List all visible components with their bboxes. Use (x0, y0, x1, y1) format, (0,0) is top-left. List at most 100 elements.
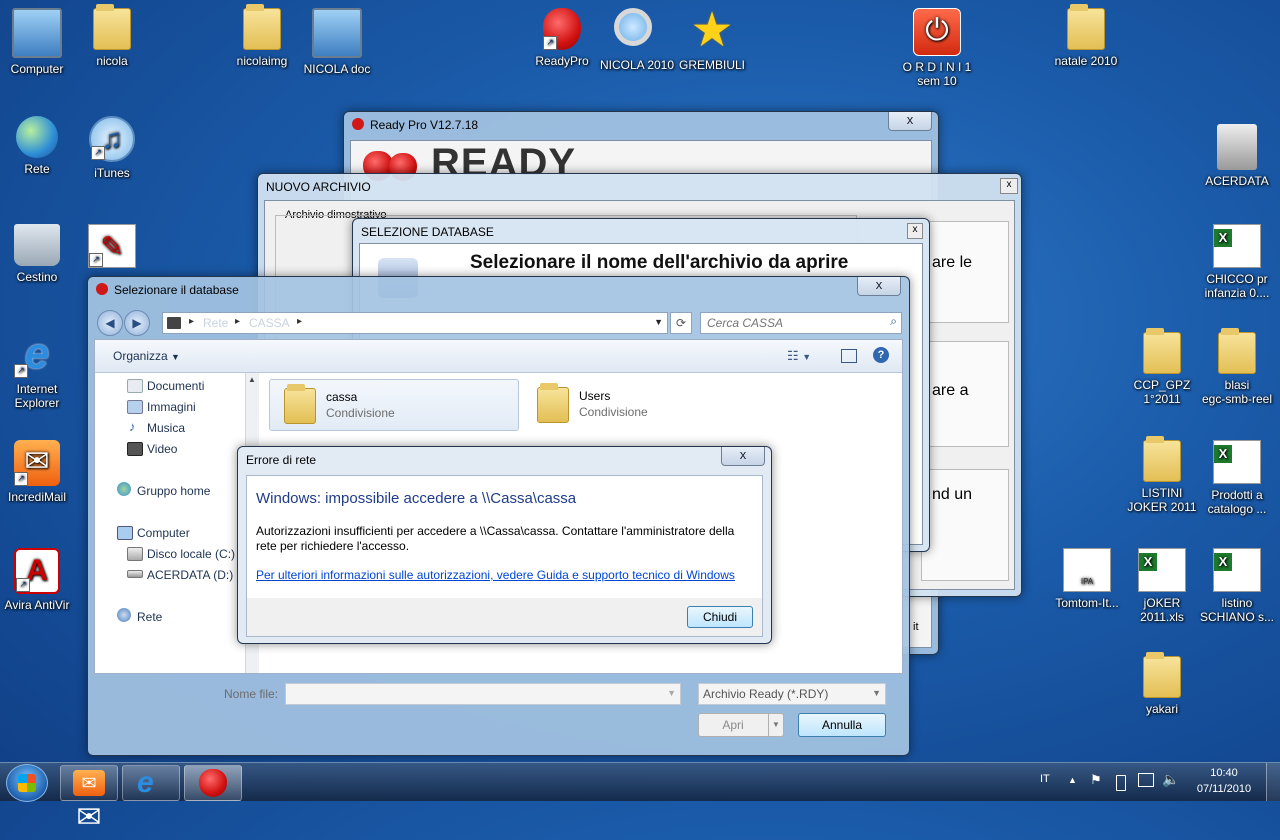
listino-desktop-icon[interactable]: listino SCHIANO s... (1197, 548, 1277, 624)
filename-input[interactable]: ▼ (285, 683, 681, 705)
grembiuli-desktop-icon[interactable]: ★ GREMBIULI (672, 7, 752, 73)
chevron-down-icon: ▼ (872, 688, 881, 698)
chevron-down-icon[interactable]: ▼ (768, 714, 783, 736)
nicola2010-desktop-icon[interactable]: NICOLA 2010 (597, 8, 677, 72)
selezione-close-button[interactable]: x (907, 223, 923, 239)
file-item-cassa[interactable]: cassa Condivisione (269, 379, 519, 431)
option-box-3[interactable]: nd un (921, 469, 1009, 581)
nicola-folder-icon[interactable]: nicola (72, 4, 152, 68)
prodotti-desktop-icon[interactable]: Prodotti a catalogo ... (1197, 440, 1277, 516)
computer-desktop-icon[interactable]: Computer (0, 8, 77, 76)
clock[interactable]: 10:40 07/11/2010 (1186, 765, 1262, 797)
nav-network[interactable]: Rete (137, 610, 162, 624)
open-label: Apri (722, 718, 744, 732)
network-tray-icon[interactable] (1138, 773, 1154, 787)
address-dropdown-icon[interactable]: ▼ (654, 317, 663, 327)
video-icon (127, 442, 143, 456)
search-input[interactable] (705, 314, 879, 332)
itunes-icon: ↗ (89, 116, 135, 162)
help-link[interactable]: Per ulteriori informazioni sulle autoriz… (256, 568, 735, 582)
file-dialog-titlebar[interactable]: Selezionare il database (88, 277, 909, 305)
natale2010-folder-icon[interactable]: natale 2010 (1046, 4, 1126, 68)
option-box-1[interactable]: are le (921, 221, 1009, 323)
itunes-desktop-icon[interactable]: ↗ iTunes (72, 116, 152, 180)
folder-icon (243, 4, 281, 50)
file-item-users[interactable]: Users Condivisione (523, 379, 771, 429)
nav-computer[interactable]: Computer (137, 526, 190, 540)
option-box-2[interactable]: are a (921, 341, 1009, 447)
start-button[interactable] (6, 764, 48, 802)
error-titlebar[interactable]: Errore di rete (238, 447, 771, 475)
scroll-up-icon[interactable]: ▲ (248, 375, 256, 384)
back-button[interactable]: ◀ (97, 310, 123, 336)
taskbar-incredimail[interactable]: ✉ (60, 765, 118, 801)
network-location-icon (167, 317, 181, 329)
search-box[interactable]: ⌕ (700, 312, 902, 334)
globe-icon (16, 116, 58, 158)
ccp-gpz-folder-icon[interactable]: CCP_GPZ 1°2011 (1122, 328, 1202, 406)
ordini-desktop-icon[interactable]: O R D I N I 1 sem 10 (897, 8, 977, 88)
link-fragment: it (913, 621, 919, 633)
icon-label-line2: sem 10 (917, 74, 957, 88)
joker-desktop-icon[interactable]: jOKER 2011.xls (1122, 548, 1202, 624)
ready-close-button[interactable]: x (888, 112, 932, 131)
address-crumb-rete[interactable]: Rete (203, 316, 228, 330)
search-icon[interactable]: ⌕ (890, 314, 897, 329)
nicola-doc-icon[interactable]: NICOLA doc (297, 8, 377, 76)
nav-documents[interactable]: Documenti (147, 379, 204, 393)
cestino-desktop-icon[interactable]: Cestino (0, 224, 77, 284)
clock-date: 07/11/2010 (1196, 783, 1252, 795)
volume-icon[interactable]: 🔈 (1162, 771, 1179, 788)
nav-local-disk[interactable]: Disco locale (C:) (147, 547, 235, 561)
ready-pro-titlebar[interactable]: Ready Pro V12.7.18 (344, 112, 938, 140)
help-icon[interactable]: ? (873, 347, 889, 363)
nicolaimg-folder-icon[interactable]: nicolaimg (222, 4, 302, 68)
readypro-desktop-icon[interactable]: ↗ ReadyPro (522, 8, 602, 68)
nav-images[interactable]: Immagini (147, 400, 196, 414)
preview-pane-button[interactable] (841, 349, 857, 363)
nav-video[interactable]: Video (147, 442, 177, 456)
incredimail-desktop-icon[interactable]: ↗ IncrediMail (0, 440, 77, 504)
close-dialog-button[interactable]: Chiudi (687, 606, 753, 628)
listini-folder-icon[interactable]: LISTINI JOKER 2011 (1122, 436, 1202, 514)
refresh-button[interactable]: ⟳ (670, 312, 692, 334)
ie-desktop-icon[interactable]: ↗ Internet Explorer (0, 332, 77, 410)
nuovo-archivio-titlebar[interactable]: NUOVO ARCHIVIO (258, 174, 1021, 202)
taskbar-internet-explorer[interactable]: e (122, 765, 180, 801)
cancel-button[interactable]: Annulla (798, 713, 886, 737)
pdf-desktop-icon[interactable]: ↗ (72, 224, 152, 272)
icon-label: CHICCO pr (1206, 272, 1268, 286)
taskbar: ✉ e IT ▲ ⚑ 🔈 10:40 07/11/2010 (0, 762, 1280, 802)
tomtom-desktop-icon[interactable]: Tomtom-It... (1047, 548, 1127, 610)
icon-label: natale 2010 (1054, 54, 1118, 68)
address-crumb-cassa[interactable]: CASSA (249, 316, 290, 330)
open-button[interactable]: Apri ▼ (698, 713, 784, 737)
nav-acerdata[interactable]: ACERDATA (D:) (147, 568, 233, 582)
language-indicator[interactable]: IT (1040, 773, 1050, 785)
flag-icon[interactable]: ⚑ (1090, 772, 1102, 788)
item-sub: Condivisione (579, 405, 648, 419)
icon-label: CCP_GPZ (1133, 378, 1191, 392)
forward-button[interactable]: ▶ (124, 310, 150, 336)
nuovo-archivio-close-button[interactable]: x (1000, 178, 1018, 194)
acerdata-desktop-icon[interactable]: ACERDATA (1197, 124, 1277, 188)
taskbar-readypro[interactable] (184, 765, 242, 801)
view-options-button[interactable]: ☷ ▼ (787, 348, 811, 364)
show-desktop-button[interactable] (1266, 763, 1280, 801)
nav-homegroup[interactable]: Gruppo home (137, 484, 210, 498)
chicco-desktop-icon[interactable]: CHICCO pr infanzia 0.... (1197, 224, 1277, 300)
avira-desktop-icon[interactable]: ↗ Avira AntiVir (0, 548, 77, 612)
yakari-folder-icon[interactable]: yakari (1122, 652, 1202, 716)
error-close-button[interactable]: x (721, 447, 765, 466)
address-bar[interactable]: ▸ Rete ▸ CASSA ▸ ▼ (162, 312, 668, 334)
file-dialog-close-button[interactable]: x (857, 277, 901, 296)
show-hidden-icons-icon[interactable]: ▲ (1068, 775, 1077, 785)
blasi-folder-icon[interactable]: blasi egc-smb-reel (1197, 328, 1277, 406)
battery-icon[interactable] (1116, 775, 1126, 791)
rete-desktop-icon[interactable]: Rete (0, 116, 77, 176)
nav-music[interactable]: Musica (147, 421, 185, 435)
organize-button[interactable]: Organizza ▼ (113, 349, 180, 363)
network-error-dialog[interactable]: Errore di rete x Windows: impossibile ac… (237, 446, 772, 644)
window-title: NUOVO ARCHIVIO (266, 180, 371, 194)
file-type-select[interactable]: Archivio Ready (*.RDY) ▼ (698, 683, 886, 705)
